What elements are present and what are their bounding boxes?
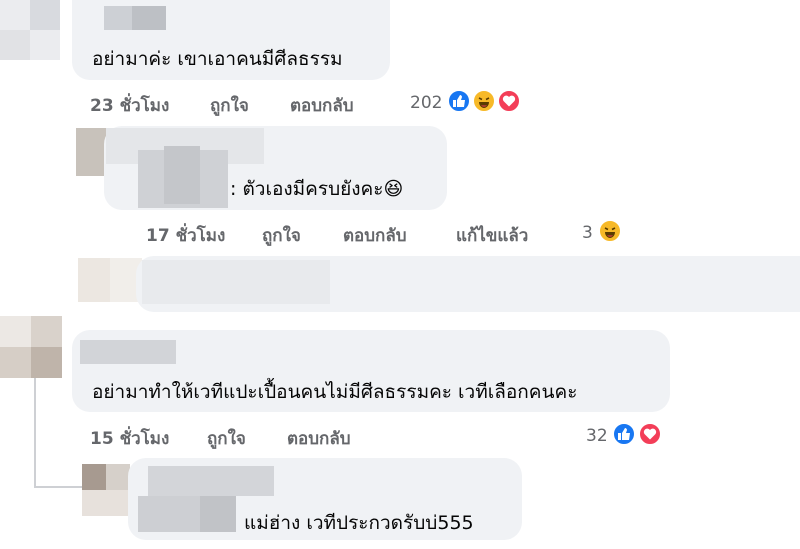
like-icon: [447, 89, 471, 113]
like-icon: [612, 422, 636, 446]
reaction-count[interactable]: 202: [410, 93, 442, 113]
thread-line: [34, 376, 36, 488]
like-button[interactable]: ถูกใจ: [207, 425, 246, 452]
comment-text: อย่ามาค่ะ เขาเอาคนมีศีลธรรม: [92, 48, 343, 70]
avatar[interactable]: [78, 258, 142, 302]
avatar[interactable]: [0, 316, 62, 378]
haha-icon: [598, 219, 622, 243]
reaction-count[interactable]: 3: [582, 223, 593, 243]
commenter-name-blurred[interactable]: [80, 340, 176, 364]
commenter-name-blurred[interactable]: [148, 466, 274, 496]
comment-text: แม่ฮ่าง เวทีประกวดรับบ่555: [244, 512, 474, 534]
reply-button[interactable]: ตอบกลับ: [287, 425, 351, 452]
comment-text: อย่ามาทำให้เวทีแปะเปื้อนคนไม่มีศีลธรรมคะ…: [92, 381, 578, 403]
haha-icon: [472, 89, 496, 113]
comment-text: : ตัวเองมีครบยังคะ😆: [230, 178, 404, 200]
comment-time[interactable]: 23 ชั่วโมง: [90, 92, 169, 119]
like-button[interactable]: ถูกใจ: [262, 222, 301, 249]
like-button[interactable]: ถูกใจ: [210, 92, 249, 119]
comment-time[interactable]: 15 ชั่วโมง: [90, 425, 169, 452]
reply-button[interactable]: ตอบกลับ: [343, 222, 407, 249]
love-icon: [497, 89, 521, 113]
reply-button[interactable]: ตอบกลับ: [290, 92, 354, 119]
love-icon: [638, 422, 662, 446]
reaction-count[interactable]: 32: [586, 426, 608, 446]
comment-time[interactable]: 17 ชั่วโมง: [146, 222, 225, 249]
edited-label[interactable]: แก้ไขแล้ว: [456, 222, 528, 249]
thread-branch-line: [34, 486, 82, 488]
avatar[interactable]: [0, 0, 60, 60]
avatar[interactable]: [82, 464, 130, 516]
